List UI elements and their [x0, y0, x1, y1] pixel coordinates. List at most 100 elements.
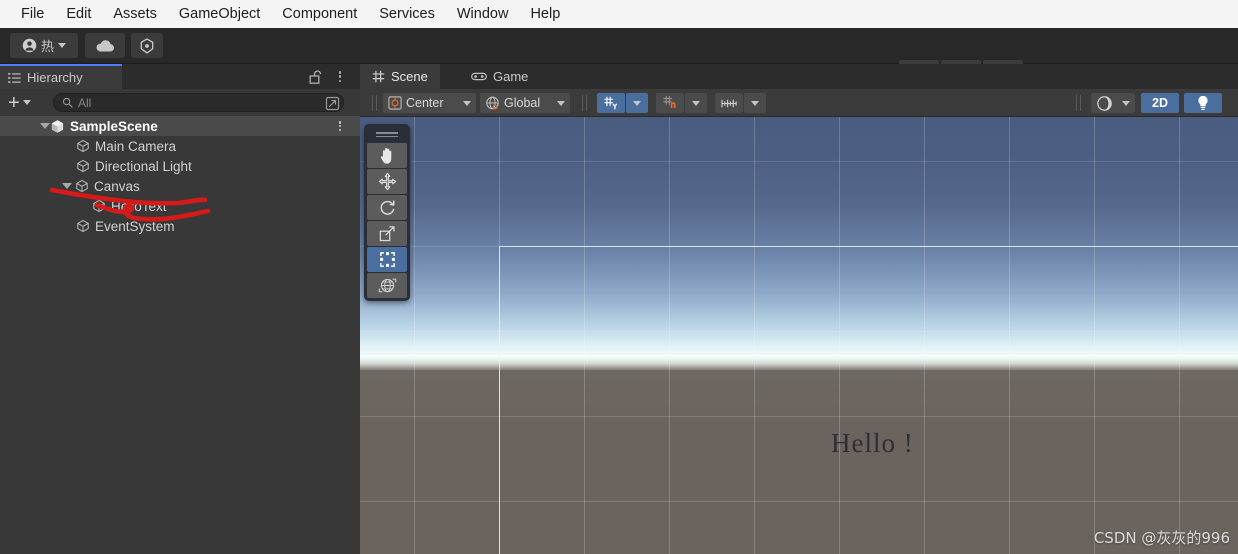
- gear-hex-icon: [140, 37, 154, 54]
- menu-item-help[interactable]: Help: [519, 0, 571, 28]
- unity-scene-icon: [50, 119, 65, 134]
- gameobject-icon: [76, 219, 90, 233]
- hierarchy-lock-button[interactable]: [309, 70, 322, 89]
- grid-snap-dropdown[interactable]: [685, 93, 707, 113]
- hierarchy-search-input[interactable]: All: [53, 93, 344, 112]
- kebab-dot: [338, 124, 342, 128]
- pivot-mode-dropdown[interactable]: Center: [383, 93, 476, 113]
- menu-item-edit[interactable]: Edit: [55, 0, 102, 28]
- tree-item-label: EventSystem: [95, 218, 175, 234]
- transform-globe-icon: [378, 278, 396, 293]
- menu-item-file[interactable]: File: [10, 0, 55, 28]
- grid-snap-button[interactable]: [656, 93, 684, 113]
- grid-axis-button[interactable]: [597, 93, 625, 113]
- tab-scene[interactable]: Scene: [360, 64, 440, 89]
- kebab-dot: [338, 75, 342, 78]
- scale-tool-button[interactable]: [367, 221, 407, 246]
- transform-space-dropdown[interactable]: Global: [480, 93, 570, 113]
- scene-viewport[interactable]: Hello ! CSDN @灰灰的996: [360, 117, 1238, 554]
- tab-hierarchy[interactable]: Hierarchy: [0, 64, 122, 89]
- increment-snap-button[interactable]: [715, 93, 743, 113]
- hierarchy-search-expand-button[interactable]: [325, 96, 340, 116]
- menu-item-gameobject[interactable]: GameObject: [168, 0, 271, 28]
- tree-item-label: Main Camera: [95, 138, 177, 154]
- tree-item-label: Directional Light: [95, 158, 192, 174]
- tree-item-directional-light[interactable]: Directional Light: [0, 156, 360, 176]
- hierarchy-tree: SampleScene Main Camera Directional Ligh…: [0, 116, 360, 554]
- cloud-icon: [96, 39, 115, 51]
- csdn-watermark: CSDN @灰灰的996: [1093, 529, 1230, 547]
- hierarchy-search-row: + All: [0, 89, 360, 116]
- scene-toolbar: Center Global 2D: [360, 89, 1238, 117]
- scene-context-menu-button[interactable]: [333, 119, 347, 133]
- padlock-open-icon: [309, 70, 322, 84]
- grip-line: [376, 132, 398, 134]
- cloud-services-button[interactable]: [85, 33, 125, 58]
- chevron-down-icon: [22, 100, 31, 105]
- draw-mode-sphere-icon: [1097, 95, 1112, 111]
- toolbar-divider: [372, 95, 373, 111]
- hierarchy-menu-button[interactable]: [333, 69, 347, 84]
- toolbar-divider: [1076, 95, 1077, 111]
- tree-item-main-camera[interactable]: Main Camera: [0, 136, 360, 156]
- menu-item-services[interactable]: Services: [368, 0, 446, 28]
- lightbulb-icon: [1198, 95, 1208, 110]
- tab-game[interactable]: Game: [459, 64, 540, 89]
- scene-tab-row: Scene Game: [360, 64, 1238, 89]
- hand-tool-button[interactable]: [367, 143, 407, 168]
- gameobject-icon: [76, 159, 90, 173]
- transform-space-label: Global: [504, 96, 541, 110]
- scene-tool-palette: [364, 124, 410, 301]
- tree-item-canvas[interactable]: Canvas: [0, 176, 360, 196]
- chevron-expanded-icon[interactable]: [40, 123, 50, 129]
- tool-palette-drag-handle[interactable]: [367, 127, 407, 142]
- move-tool-button[interactable]: [367, 169, 407, 194]
- editor-settings-button[interactable]: [131, 33, 163, 58]
- hierarchy-add-label: +: [8, 91, 20, 114]
- toolbar-divider: [1080, 95, 1081, 111]
- chevron-down-icon: [463, 100, 471, 106]
- gameobject-icon: [76, 139, 90, 153]
- menu-item-component[interactable]: Component: [271, 0, 368, 28]
- grid-line-vertical: [414, 117, 415, 554]
- chevron-expanded-icon[interactable]: [62, 183, 72, 189]
- grid-line-horizontal: [360, 161, 1238, 162]
- toolbar-divider: [582, 95, 583, 111]
- scene-panel: Scene Game Center Global 2D Hello ! CSDN…: [360, 64, 1238, 554]
- rect-transform-icon: [379, 252, 395, 267]
- increment-snap-dropdown[interactable]: [744, 93, 766, 113]
- rect-tool-button[interactable]: [367, 247, 407, 272]
- toolbar-divider: [376, 95, 377, 111]
- tab-game-label: Game: [493, 69, 529, 84]
- chevron-down-icon: [58, 43, 66, 48]
- hello-text-object[interactable]: Hello !: [831, 428, 914, 459]
- kebab-dot: [338, 79, 342, 82]
- scene-lighting-toggle[interactable]: [1184, 93, 1222, 113]
- chevron-down-icon: [692, 100, 700, 106]
- move-arrows-icon: [378, 172, 396, 191]
- grid-axis-dropdown[interactable]: [626, 93, 648, 113]
- account-dropdown-button[interactable]: 热: [10, 33, 78, 58]
- tree-item-eventsystem[interactable]: EventSystem: [0, 216, 360, 236]
- transform-tool-button[interactable]: [367, 273, 407, 298]
- search-icon: [62, 97, 73, 108]
- draw-mode-dropdown[interactable]: [1091, 93, 1135, 113]
- grid-snap-magnet-icon: [663, 96, 676, 108]
- gameobject-icon: [92, 199, 106, 213]
- grid-axis-y-icon: [604, 96, 618, 110]
- gameobject-icon: [75, 179, 89, 193]
- rotate-tool-button[interactable]: [367, 195, 407, 220]
- tree-item-samplescene[interactable]: SampleScene: [0, 116, 360, 136]
- menu-item-assets[interactable]: Assets: [102, 0, 168, 28]
- canvas-rect-outline: [499, 246, 1238, 554]
- grid-hash-icon: [372, 70, 385, 83]
- 2d-toggle-button[interactable]: 2D: [1141, 93, 1179, 113]
- hierarchy-add-button[interactable]: +: [8, 91, 31, 114]
- tab-scene-label: Scene: [391, 69, 428, 84]
- scale-icon: [379, 226, 395, 242]
- tree-item-hellotext[interactable]: HelloText: [0, 196, 360, 216]
- hierarchy-list-icon: [8, 72, 21, 83]
- menu-item-window[interactable]: Window: [446, 0, 520, 28]
- tree-item-label: Canvas: [94, 178, 140, 194]
- kebab-dot: [338, 121, 342, 124]
